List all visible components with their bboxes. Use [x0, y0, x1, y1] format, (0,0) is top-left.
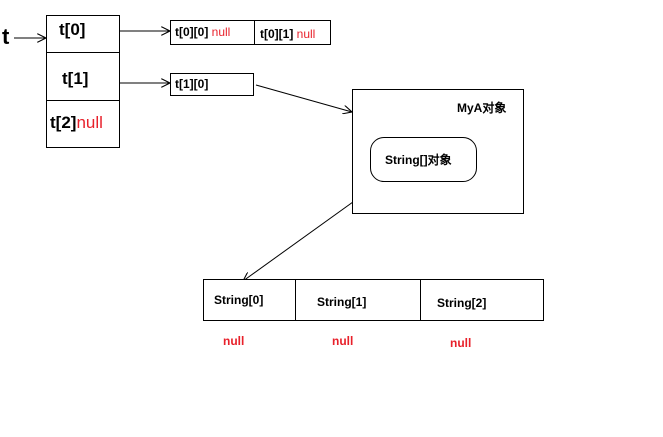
t0-array-divider [254, 20, 255, 45]
t1-cell-0: t[1][0] [175, 77, 209, 91]
variable-t: t [2, 24, 10, 49]
string-cell-0-null: null [223, 334, 245, 348]
string-cell-1-null: null [332, 334, 354, 348]
t0-cell-0: t[0][0] null [175, 25, 231, 39]
outer-cell-0-label: t[0] [59, 20, 86, 39]
string-array-divider-1 [295, 279, 296, 321]
string-cell-1: String[1] [317, 295, 367, 309]
t0-cell-1: t[0][1] null [260, 27, 316, 41]
outer-cell-1-label: t[1] [62, 69, 89, 88]
outer-divider-1 [46, 52, 120, 53]
mya-object-title: MyA对象 [457, 101, 507, 115]
string-cell-0: String[0] [214, 293, 264, 307]
string-cell-2: String[2] [437, 296, 487, 310]
outer-divider-2 [46, 100, 120, 101]
outer-cell-2-label: t[2]null [50, 113, 103, 132]
string-cell-2-null: null [450, 336, 472, 350]
outer-cell-2-null: null [76, 113, 103, 132]
string-array-divider-2 [420, 279, 421, 321]
arrow-t10-to-object [255, 84, 352, 112]
string-array-object-label: String[]对象 [385, 153, 452, 167]
